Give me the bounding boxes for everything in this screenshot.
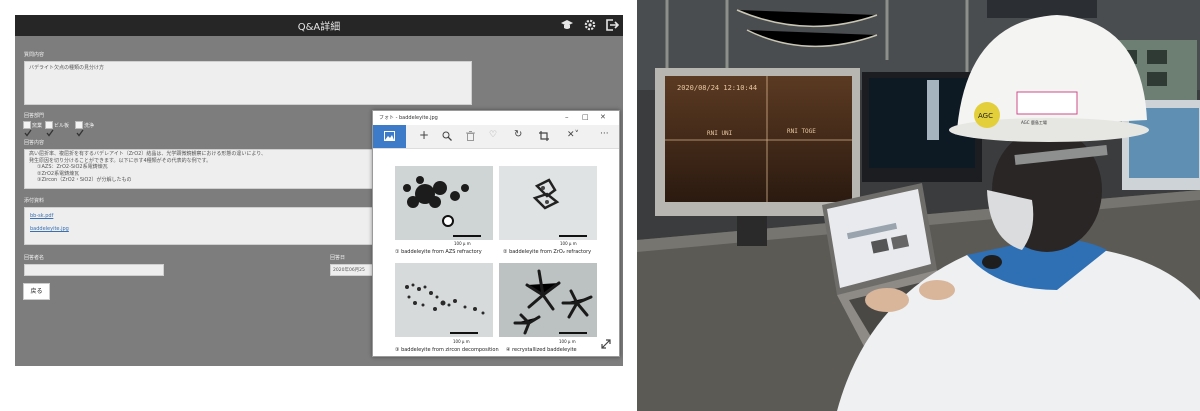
caption-2: ② baddeleyite from ZrO₂ refractory (503, 249, 592, 255)
page-title: Q&A詳細 (297, 22, 341, 33)
heart-icon[interactable]: ♡ (489, 130, 497, 140)
rotate-icon[interactable]: ↻ (514, 129, 522, 140)
answer-line: 高い屈折率、複屈折を有するバデレアイト（ZrO2）結晶は、光学顕微鏡観察における… (29, 151, 267, 157)
scale-label-3: 100 μ m (453, 339, 470, 344)
logout-icon[interactable] (605, 18, 619, 32)
graduation-cap-icon[interactable] (560, 18, 574, 32)
monitor-text-2: RNI TOGE (787, 128, 816, 135)
micrograph-2 (499, 166, 597, 240)
control-room-photo: 2020/08/24 12:10:44 RNI UNI RNI TOGE AGC… (637, 0, 1200, 411)
scale-label-4: 100 μ m (559, 339, 576, 344)
photo-viewer-window: フォト - baddeleyite.jpg – □ ✕ + ♡ ↻ ✕˅ ··· (372, 110, 620, 357)
question-text: バデライト欠点の種類の見分け方 (29, 65, 105, 71)
back-button[interactable]: 戻る (23, 283, 50, 300)
checkmark-icon (24, 129, 32, 137)
checkbox-dept-3[interactable] (75, 121, 84, 137)
helmet-badge: AGC (978, 112, 993, 120)
edit-tools-icon[interactable]: ✕˅ (567, 130, 579, 140)
dept-label: 回答部門 (24, 113, 45, 119)
answer-line: ③Zircon（ZrO2・SiO2）が分解したもの (37, 177, 132, 183)
caption-3: ③ baddeleyite from zircon decomposition (395, 347, 499, 353)
monitor-text-1: RNI UNI (707, 130, 733, 137)
expand-icon[interactable] (601, 339, 611, 349)
micrograph-1 (395, 166, 493, 240)
attachment-link-jpg[interactable]: baddeleyite.jpg (30, 226, 69, 233)
answer-text: 高い屈折率、複屈折を有するバデレアイト（ZrO2）結晶は、光学顕微鏡観察における… (29, 151, 266, 184)
app-header: Q&A詳細 (15, 15, 623, 36)
minimize-icon[interactable]: – (565, 113, 569, 121)
checkmark-icon (46, 129, 54, 137)
image-icon (384, 131, 395, 141)
more-icon[interactable]: ··· (600, 129, 609, 139)
checkbox-dept-1[interactable] (23, 121, 32, 137)
photo-scene: 2020/08/24 12:10:44 RNI UNI RNI TOGE AGC… (637, 0, 1200, 411)
micrograph-4 (499, 263, 597, 337)
caption-4: ④ recrystallized baddeleyite (506, 347, 577, 353)
zoom-icon[interactable] (442, 131, 452, 141)
question-field[interactable]: バデライト欠点の種類の見分け方 (24, 61, 472, 105)
date-value: 2020年06月25 (333, 268, 365, 273)
date-input[interactable]: 2020年06月25 (330, 264, 375, 276)
scale-label-2: 100 μ m (560, 241, 577, 246)
dept-3-label: 洗浄 (84, 123, 95, 129)
caption-1: ① baddeleyite from AZS refractory (395, 249, 482, 255)
add-icon[interactable]: + (419, 128, 429, 142)
crop-icon[interactable] (539, 131, 549, 141)
app-window: Q&A詳細 質問内容 バデライト欠点の種類の見分け方 回答部門 窯業 ビル板 洗… (15, 15, 623, 366)
scale-label-1: 100 μ m (454, 241, 471, 246)
gear-icon[interactable] (583, 18, 597, 32)
answer-label: 回答内容 (24, 140, 45, 146)
answerer-input[interactable] (24, 264, 164, 276)
dept-1-label: 窯業 (32, 123, 43, 129)
question-label: 質問内容 (24, 52, 45, 58)
dept-2-label: ビル板 (54, 123, 70, 129)
photo-viewer-toolbar: + ♡ ↻ ✕˅ ··· (373, 125, 619, 149)
monitor-timestamp: 2020/08/24 12:10:44 (677, 84, 757, 92)
date-label: 回答日 (330, 255, 346, 261)
checkmark-icon (76, 129, 84, 137)
photo-viewer-titlebar: フォト - baddeleyite.jpg – □ ✕ (373, 111, 619, 125)
delete-icon[interactable] (466, 131, 475, 141)
attachment-link-pdf[interactable]: bb-sk.pdf (30, 213, 53, 220)
helmet-sticker: AGC 鹿島工場 (1021, 119, 1047, 125)
view-collection-button[interactable] (373, 125, 406, 148)
checkbox-dept-2[interactable] (45, 121, 54, 137)
attach-label: 添付資料 (24, 198, 45, 204)
micrograph-3 (395, 263, 493, 337)
close-icon[interactable]: ✕ (600, 113, 606, 121)
photo-viewer-title: フォト - baddeleyite.jpg (379, 115, 438, 121)
answerer-label: 回答者名 (24, 255, 45, 261)
maximize-icon[interactable]: □ (582, 113, 589, 121)
